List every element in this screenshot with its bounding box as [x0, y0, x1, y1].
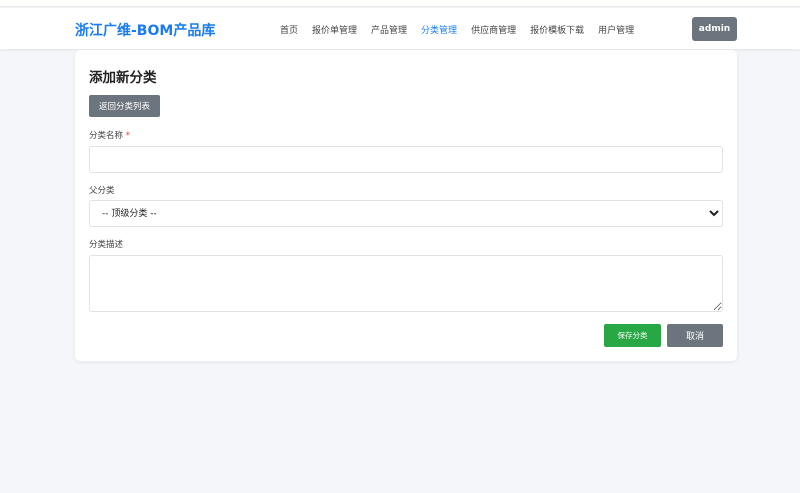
add-category-card: 添加新分类 返回分类列表 分类名称 * 父分类 -- 顶级分类 -- 分类描述 … — [75, 50, 737, 361]
nav-template-download[interactable]: 报价模板下载 — [530, 23, 584, 36]
name-label: 分类名称 * — [89, 129, 130, 141]
required-mark: * — [125, 131, 130, 141]
top-strip — [0, 0, 800, 7]
cancel-button[interactable]: 取消 — [667, 324, 723, 347]
parent-label: 父分类 — [89, 186, 115, 196]
nav-suppliers[interactable]: 供应商管理 — [471, 23, 516, 36]
nav-home[interactable]: 首页 — [280, 23, 298, 36]
parent-category-select[interactable]: -- 顶级分类 -- — [89, 200, 723, 227]
nav-menu: 首页 报价单管理 产品管理 分类管理 供应商管理 报价模板下载 用户管理 — [280, 23, 634, 36]
category-name-input[interactable] — [89, 146, 723, 173]
navbar: 浙江广维-BOM产品库 首页 报价单管理 产品管理 分类管理 供应商管理 报价模… — [0, 8, 800, 49]
page-title: 添加新分类 — [89, 70, 157, 86]
nav-products[interactable]: 产品管理 — [371, 23, 407, 36]
nav-users[interactable]: 用户管理 — [598, 23, 634, 36]
nav-quotes[interactable]: 报价单管理 — [312, 23, 357, 36]
logo[interactable]: 浙江广维-BOM产品库 — [75, 20, 215, 40]
save-button[interactable]: 保存分类 — [604, 324, 661, 347]
description-label: 分类描述 — [89, 240, 124, 250]
name-label-text: 分类名称 — [89, 131, 124, 141]
back-to-list-button[interactable]: 返回分类列表 — [89, 95, 160, 117]
nav-categories[interactable]: 分类管理 — [421, 23, 457, 36]
user-menu-button[interactable]: admin — [692, 17, 737, 41]
description-textarea[interactable] — [89, 255, 723, 312]
